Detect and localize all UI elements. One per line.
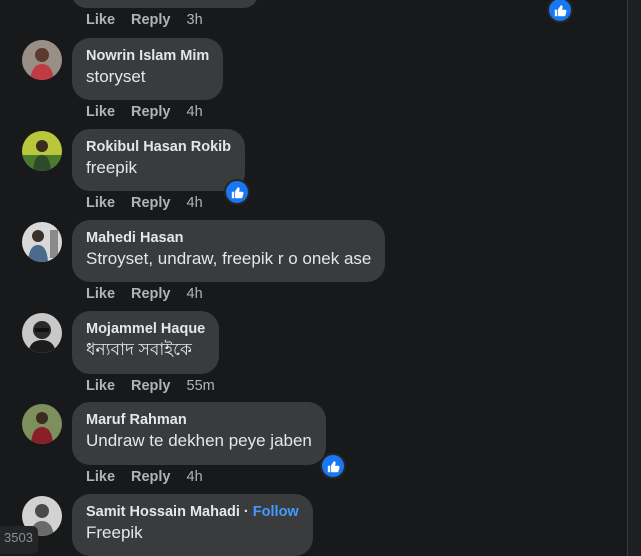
comment-time[interactable]: 4h [187, 104, 203, 120]
comment-text: freepik [86, 158, 138, 177]
like-action[interactable]: Like [86, 286, 115, 302]
comment-bubble: Maruf Rahman Undraw te dekhen peye jaben [72, 402, 326, 465]
comment-actions: Like Reply 4h [86, 195, 203, 211]
avatar[interactable] [22, 222, 62, 262]
comment-bubble: Mahedi Hasan Stroyset, undraw, freepik r… [72, 220, 386, 282]
comment-time[interactable]: 4h [187, 286, 203, 302]
reply-action[interactable]: Reply [131, 104, 171, 120]
comment-author[interactable]: Mahedi Hasan [86, 229, 371, 247]
comment-author[interactable]: Mojammel Haque [86, 320, 205, 338]
comment-text: Stroyset, undraw, freepik r o onek ase [86, 249, 372, 268]
comment-author[interactable]: Maruf Rahman [86, 411, 312, 429]
thumbs-up-icon[interactable] [547, 0, 573, 23]
comment-author[interactable]: Nowrin Islam Mim [86, 47, 209, 65]
comment-text: ধন্যবাদ সবাইকে [86, 340, 192, 359]
comment-bubble: Rokibul Hasan Rokib freepik [72, 129, 246, 191]
comment-text: storyset [86, 67, 146, 86]
comment-time[interactable]: 4h [187, 195, 203, 211]
side-counter: 3503 [0, 526, 38, 554]
scrollbar-track[interactable] [627, 0, 641, 556]
comment-text: Freepik [86, 523, 143, 542]
comment-bubble: Nowrin Islam Mim storyset [72, 38, 224, 100]
comment-actions: Like Reply 55m [86, 378, 215, 394]
comment-bubble: Samit Hossain Mahadi · Follow Freepik [72, 494, 313, 556]
comment-time[interactable]: 4h [187, 469, 203, 485]
like-action[interactable]: Like [86, 104, 115, 120]
avatar[interactable] [22, 313, 62, 353]
comment-text: Undraw te dekhen peye jaben [86, 431, 312, 450]
reply-action[interactable]: Reply [131, 378, 171, 394]
comment-time[interactable]: 55m [187, 378, 215, 394]
reply-action[interactable]: Reply [131, 195, 171, 211]
reply-action[interactable]: Reply [131, 469, 171, 485]
follow-link[interactable]: Follow [253, 504, 299, 520]
avatar[interactable] [22, 404, 62, 444]
avatar[interactable] [22, 131, 62, 171]
like-action[interactable]: Like [86, 12, 115, 28]
comment-author[interactable]: Samit Hossain Mahadi [86, 504, 240, 520]
comment-actions: Like Reply 4h [86, 104, 203, 120]
comment-time[interactable]: 3h [187, 12, 203, 28]
comment-bubble: Mojammel Haque ধন্যবাদ সবাইকে [72, 311, 220, 374]
previous-comment-actions: Like Reply 3h [86, 12, 203, 28]
reply-action[interactable]: Reply [131, 286, 171, 302]
thumbs-up-icon[interactable] [320, 453, 346, 479]
like-action[interactable]: Like [86, 378, 115, 394]
comment-author-line: Samit Hossain Mahadi · Follow [86, 504, 299, 520]
like-action[interactable]: Like [86, 469, 115, 485]
avatar[interactable] [22, 40, 62, 80]
like-action[interactable]: Like [86, 195, 115, 211]
previous-comment-bubble [72, 0, 258, 8]
thumbs-up-icon[interactable] [224, 179, 250, 205]
comment-author[interactable]: Rokibul Hasan Rokib [86, 138, 231, 156]
reply-action[interactable]: Reply [131, 12, 171, 28]
comment-actions: Like Reply 4h [86, 286, 203, 302]
comment-actions: Like Reply 4h [86, 469, 203, 485]
